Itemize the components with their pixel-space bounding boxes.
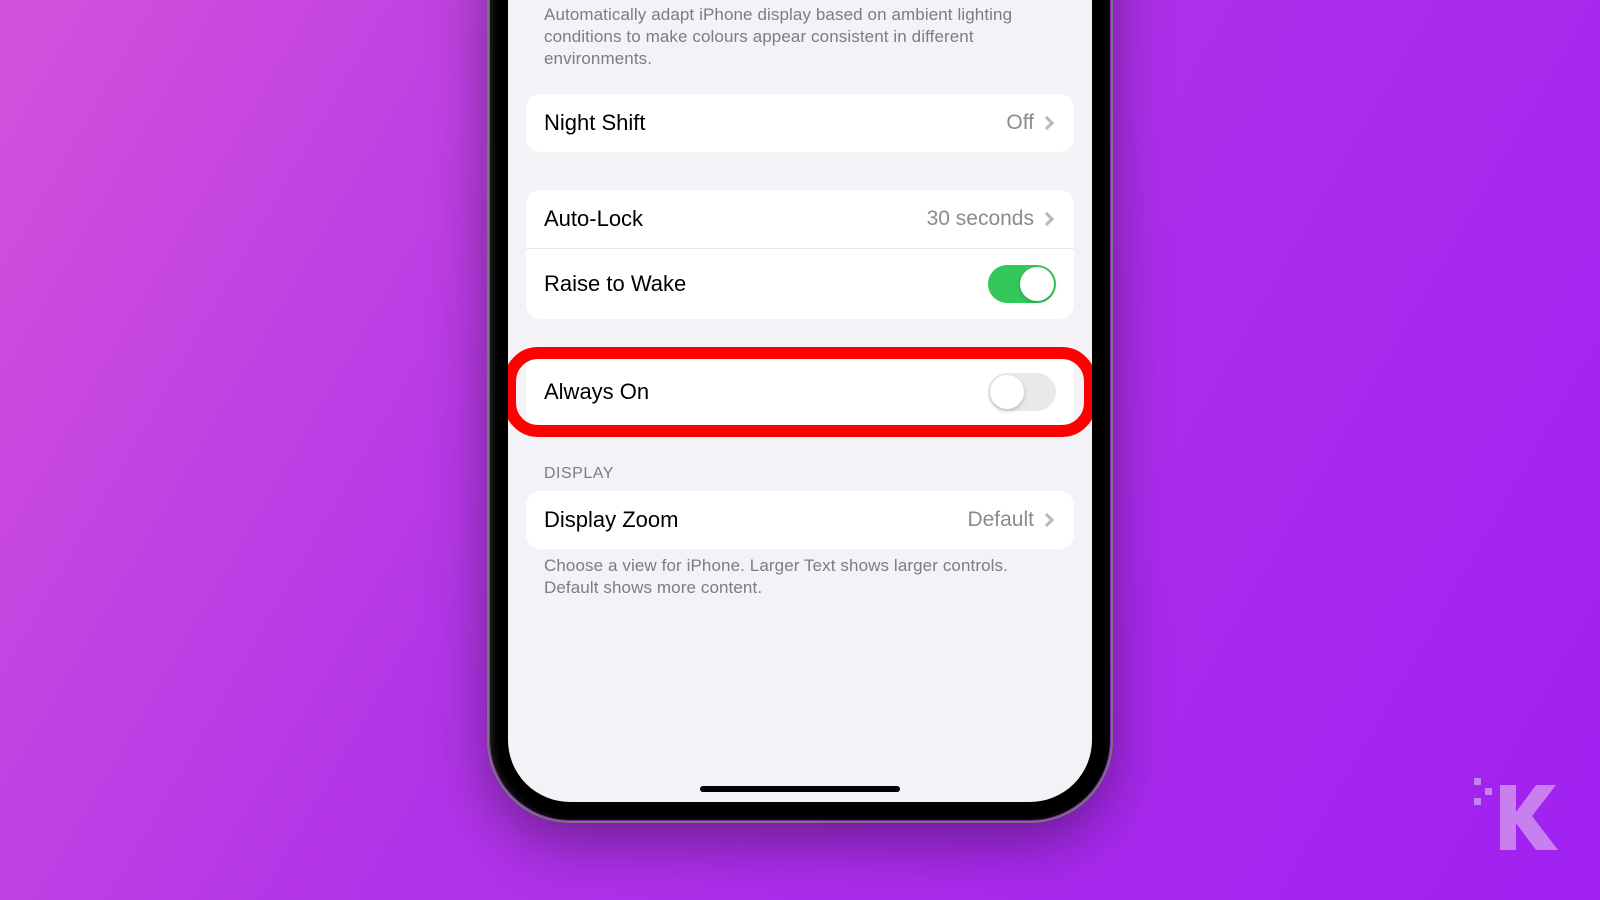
night-shift-value: Off [1006, 111, 1034, 135]
home-indicator[interactable] [700, 786, 900, 792]
raise-to-wake-toggle[interactable] [988, 265, 1056, 303]
display-section-header: DISPLAY [526, 465, 1074, 491]
always-on-toggle[interactable] [988, 373, 1056, 411]
display-zoom-label: Display Zoom [544, 507, 967, 533]
raise-to-wake-label: Raise to Wake [544, 271, 988, 297]
auto-lock-label: Auto-Lock [544, 206, 927, 232]
always-on-row[interactable]: Always On [526, 357, 1074, 427]
true-tone-caption: Automatically adapt iPhone display based… [526, 0, 1074, 94]
watermark-logo [1470, 770, 1560, 860]
settings-content: Automatically adapt iPhone display based… [508, 0, 1092, 623]
display-zoom-value: Default [967, 508, 1034, 532]
raise-to-wake-row[interactable]: Raise to Wake [526, 248, 1074, 319]
night-shift-group: Night Shift Off [526, 94, 1074, 152]
night-shift-row[interactable]: Night Shift Off [526, 94, 1074, 152]
display-zoom-group: Display Zoom Default [526, 491, 1074, 549]
toggle-knob [1020, 267, 1054, 301]
night-shift-label: Night Shift [544, 110, 1006, 136]
toggle-knob [990, 375, 1024, 409]
chevron-right-icon [1040, 212, 1054, 226]
chevron-right-icon [1040, 116, 1054, 130]
chevron-right-icon [1040, 513, 1054, 527]
always-on-group: Always On [526, 357, 1074, 427]
auto-lock-value: 30 seconds [927, 207, 1034, 231]
phone-frame-container: Automatically adapt iPhone display based… [490, 0, 1110, 820]
auto-lock-row[interactable]: Auto-Lock 30 seconds [526, 190, 1074, 248]
wake-group: Auto-Lock 30 seconds Raise to Wake [526, 190, 1074, 319]
display-zoom-row[interactable]: Display Zoom Default [526, 491, 1074, 549]
phone-screen: Automatically adapt iPhone display based… [508, 0, 1092, 802]
phone-frame: Automatically adapt iPhone display based… [490, 0, 1110, 820]
display-zoom-caption: Choose a view for iPhone. Larger Text sh… [526, 549, 1074, 623]
always-on-label: Always On [544, 379, 988, 405]
